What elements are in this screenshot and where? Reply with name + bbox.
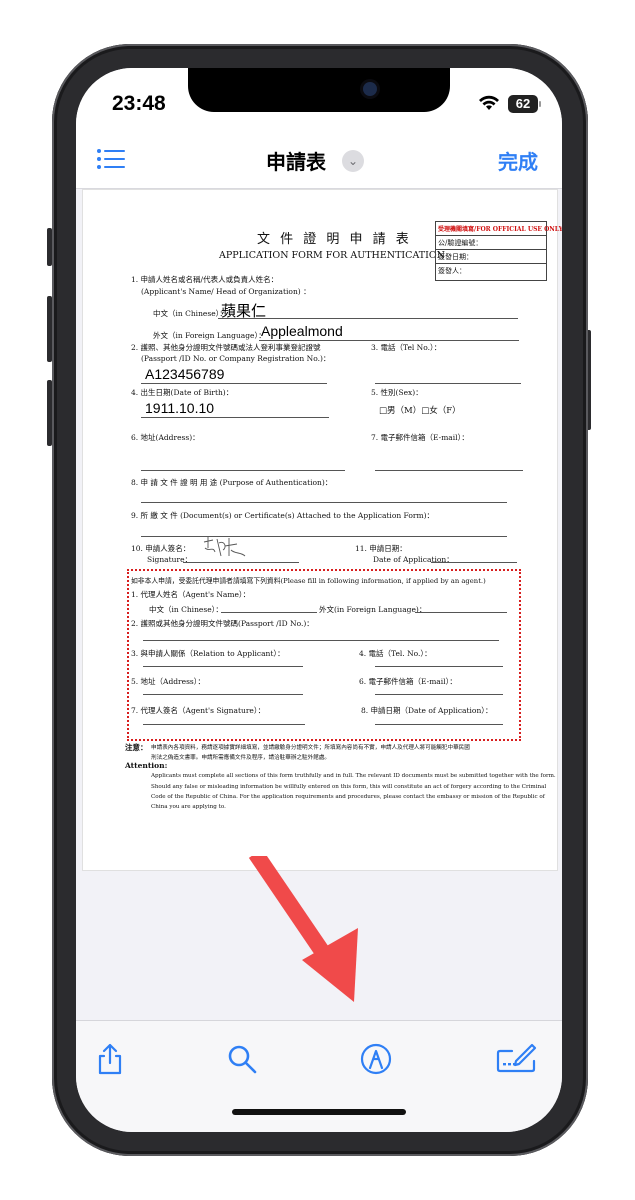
sex-options[interactable]: □男（M）□女（F） [379, 404, 461, 416]
pdf-page: 文 件 證 明 申 請 表 APPLICATION FORM FOR AUTHE… [82, 189, 562, 871]
list-icon[interactable] [96, 148, 126, 170]
wifi-icon [479, 95, 499, 110]
field5-label: 5. 性別(Sex)： [371, 388, 423, 397]
attention-label: Attention: [125, 761, 168, 770]
agent8-label: 8. 申請日期（Date of Application）： [361, 706, 493, 715]
agent4-label: 4. 電話（Tel. No.）： [359, 649, 432, 658]
foreign-name-value[interactable]: Applealmond [261, 323, 343, 339]
field2-label: 2. 護照、其他身分證明文件號碼或法人登利事業登記證號 [131, 343, 321, 352]
notch [188, 68, 450, 112]
field3-label: 3. 電話（Tel No.）： [371, 343, 442, 352]
agent-intro: 如非本人申請，受委託代理申請者請填寫下列資料(Please fill in fo… [131, 577, 486, 585]
home-indicator [232, 1109, 406, 1115]
agent3-label: 3. 與申請人關係（Relation to Applicant）： [131, 649, 285, 658]
agent6-label: 6. 電子郵件信箱（E-mail）： [359, 677, 457, 686]
front-camera [363, 82, 377, 96]
document-title[interactable]: 申請表 [266, 146, 326, 175]
field10-label: 10. 申請人簽名： [131, 544, 191, 553]
field1-label-en: (Applicant's Name/ Head of Organization)… [141, 287, 311, 296]
agent2-label: 2. 護照或其他身分證明文件號碼(Passport /ID No.)： [131, 619, 314, 628]
official-use-header: 受理機關填寫/FOR OFFICIAL USE ONLY [438, 226, 562, 233]
official-use-box: 受理機關填寫/FOR OFFICIAL USE ONLY 公/驗證編號： 簽發日… [435, 221, 562, 281]
field11-label: 11. 申請日期： [355, 544, 407, 553]
foreign-name-label: 外文（in Foreign Language）： [153, 331, 266, 340]
field11-label-en: Date of Application： [373, 555, 454, 564]
attention-line2: Should any false or misleading informati… [151, 784, 547, 790]
chinese-name-label: 中文（in Chinese）： [153, 309, 227, 318]
form-title-zh: 文 件 證 明 申 請 表 [257, 232, 412, 247]
attention-line1: Applicants must complete all sections of… [151, 773, 556, 779]
done-button[interactable]: 完成 [498, 146, 538, 175]
share-icon[interactable] [92, 1041, 128, 1077]
annotation-arrow [248, 856, 358, 1002]
field10-label-en: Signature： [147, 555, 193, 564]
agent7-label: 7. 代理人簽名（Agent's Signature）： [131, 706, 266, 715]
form-title-en: APPLICATION FORM FOR AUTHENTICATION [219, 250, 445, 261]
screen: 23:48 62 申請表 ⌄ 完成 文 件 證 明 申 請 表 APPLICAT… [76, 68, 562, 1132]
field1-label: 1. 申請人姓名或名稱/代表人或負責人姓名： [131, 275, 279, 284]
note-label: 注意： [125, 743, 148, 752]
attention-line4: China you are applying to. [151, 804, 226, 810]
signature-icon[interactable] [496, 1041, 538, 1077]
status-time: 23:48 [112, 92, 166, 115]
passport-number-value[interactable]: A123456789 [145, 366, 224, 382]
field8-label: 8. 申 請 文 件 證 明 用 途 (Purpose of Authentic… [131, 478, 333, 487]
field4-label: 4. 出生日期(Date of Birth)： [131, 388, 234, 397]
field2-label-en: (Passport /ID No. or Company Registratio… [141, 354, 331, 363]
birth-date-value[interactable]: 1911.10.10 [145, 400, 214, 416]
official-row-issuer: 簽發人： [438, 267, 466, 275]
note-zh-line2: 刑法之偽造文書罪。申請所需應備文件及程序，請洽駐華辦之駐外館處。 [151, 755, 331, 761]
field7-label: 7. 電子郵件信箱（E-mail）： [371, 433, 469, 442]
attention-line3: Code of the Republic of China. For the a… [151, 794, 545, 800]
search-icon[interactable] [224, 1041, 260, 1077]
note-zh-line1: 申請表內各項資料，務請逐項據實詳細填寫，並請繳驗身分證明文件；所填寫內容尚有不實… [151, 745, 470, 751]
navigation-bar: 申請表 ⌄ 完成 [76, 132, 562, 189]
official-row-number: 公/驗證編號： [438, 239, 483, 247]
battery-indicator: 62 [508, 95, 541, 113]
agent1-chinese-label: 中文（in Chinese）： [149, 605, 223, 614]
field6-label: 6. 地址(Address)： [131, 433, 200, 442]
agent5-label: 5. 地址（Address）： [131, 677, 206, 686]
official-row-date: 簽發日期： [438, 253, 473, 261]
bottom-toolbar [76, 1020, 562, 1132]
applicant-signature[interactable] [201, 534, 247, 560]
field9-label: 9. 所 繳 文 件 (Document(s) or Certificate(s… [131, 511, 434, 520]
markup-pen-icon[interactable] [358, 1041, 394, 1077]
agent1-label: 1. 代理人姓名（Agent's Name）： [131, 590, 251, 599]
agent1-foreign-label: 外文(in Foreign Language)： [319, 605, 427, 614]
chevron-down-icon[interactable]: ⌄ [342, 150, 364, 172]
